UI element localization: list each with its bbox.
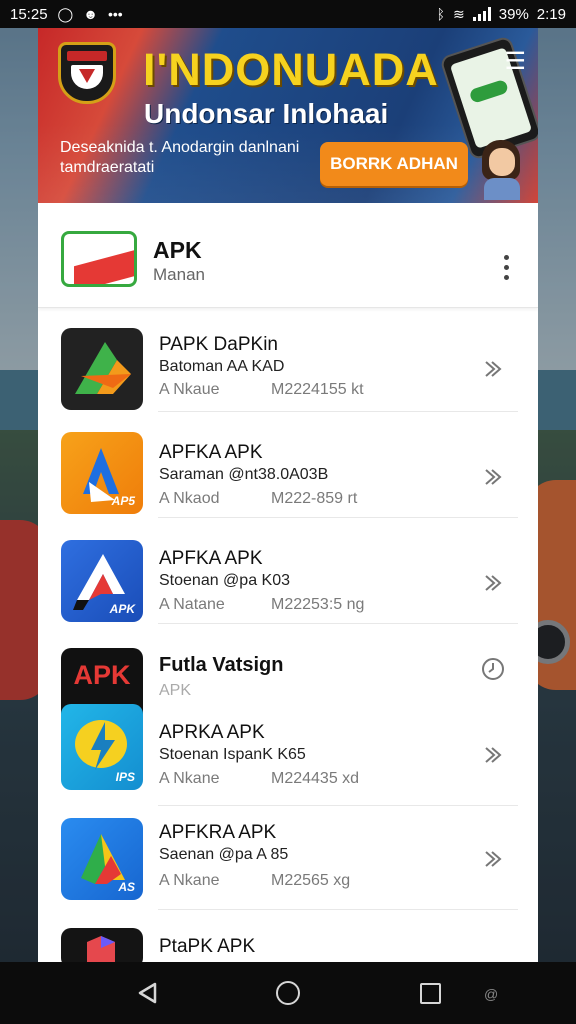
chevron-right-icon[interactable]: [480, 742, 506, 768]
app-subtitle: Stoenan @pa K03: [159, 572, 291, 589]
list-item[interactable]: APK Futla Vatsign APK: [38, 626, 538, 714]
meta-left: A Nkaod: [159, 490, 220, 507]
list-item[interactable]: PtaPK APK: [38, 914, 538, 962]
meta-left: A Nkane: [159, 872, 220, 889]
app-meta: A Nkane M224435 xd: [159, 770, 359, 788]
menu-icon[interactable]: ☰: [504, 50, 526, 74]
app-name: Futla Vatsign: [159, 654, 284, 676]
meta-left: A Nkane: [159, 770, 220, 787]
app-name: PAPK DaPKin: [159, 334, 278, 355]
back-icon[interactable]: [136, 981, 158, 1010]
bolt-logo-icon: IPS: [61, 704, 143, 790]
triangle-logo-icon: AS: [61, 818, 143, 900]
meta-right: M22565 xg: [271, 872, 351, 889]
app-name: APFKRA APK: [159, 822, 277, 843]
chevron-right-icon[interactable]: [480, 464, 506, 490]
status-bar: 15:25 ◯ ☻ ••• ᛒ ≋ 39% 2:19: [0, 0, 576, 28]
chevron-right-icon[interactable]: [480, 570, 506, 596]
cube-logo-icon: [61, 928, 143, 962]
header-title: APK: [153, 237, 202, 263]
recent-apps-icon[interactable]: [420, 983, 441, 1004]
battery-level: 39%: [498, 5, 529, 23]
app-sheet: I'NDONUADA Undonsar Inlohaai Deseaknida …: [38, 28, 538, 962]
promo-banner[interactable]: I'NDONUADA Undonsar Inlohaai Deseaknida …: [38, 28, 538, 203]
status-clock: 2:19: [536, 5, 566, 23]
chevron-right-icon[interactable]: [480, 356, 506, 382]
meta-right: M222-859 rt: [271, 490, 358, 507]
banner-description: Deseaknida t. Anodargin danlnani tamdrae…: [60, 139, 300, 176]
app-subtitle: Batoman AA KAD: [159, 358, 285, 375]
banner-cta-button[interactable]: BORRK ADHAN: [320, 142, 468, 186]
more-options-icon[interactable]: [504, 255, 510, 280]
banner-subtitle: Undonsar Inlohaai: [144, 98, 389, 129]
wifi-icon: ≋: [453, 5, 465, 22]
banner-title: I'NDONUADA: [143, 44, 439, 95]
home-icon[interactable]: [276, 981, 300, 1005]
meta-left: A Nkaue: [159, 381, 220, 398]
app-meta: A Nkaue M2224155 kt: [159, 381, 364, 399]
header-subtitle: Manan: [153, 265, 205, 284]
list-item[interactable]: AP5 APFKA APK Saraman @nt38.0A03B A Nkao…: [38, 414, 538, 518]
app-meta: A Nkaod M222-859 rt: [159, 490, 357, 508]
pen-logo-icon: AP5: [61, 432, 143, 514]
shield-logo-icon: [58, 42, 116, 104]
app-subtitle: APK: [159, 682, 192, 699]
more-dots-icon: •••: [107, 6, 123, 22]
app-subtitle: Stoenan IspanK K65: [159, 746, 306, 763]
meta-right: M2224155 kt: [271, 381, 364, 398]
meta-right: M22253:5 ng: [271, 596, 365, 613]
meta-left: A Natane: [159, 596, 225, 613]
app-name: PtaPK APK: [159, 936, 256, 957]
app-meta: A Natane M22253:5 ng: [159, 596, 364, 614]
sheet-header: APK Manan: [38, 203, 538, 308]
navigation-bar: @: [0, 962, 576, 1024]
circle-icon: ◯: [57, 5, 74, 22]
app-name: APRKA APK: [159, 722, 265, 743]
app-name: APFKA APK: [159, 442, 263, 463]
assistant-icon[interactable]: @: [484, 986, 498, 1002]
clock-icon[interactable]: [480, 656, 506, 682]
a-logo-icon: APK: [61, 540, 143, 622]
app-name: APFKA APK: [159, 548, 263, 569]
list-item[interactable]: IPS APRKA APK Stoenan IspanK K65 A Nkane…: [38, 702, 538, 806]
app-subtitle: Saraman @nt38.0A03B: [159, 466, 329, 483]
app-meta: A Nkane M22565 xg: [159, 872, 350, 890]
emoji-icon: ☻: [83, 6, 98, 22]
apk-app-logo-icon: [61, 231, 137, 287]
meta-right: M224435 xd: [271, 770, 360, 787]
list-item[interactable]: PAPK DaPKin Batoman AA KAD A Nkaue M2224…: [38, 308, 538, 412]
chevron-right-icon[interactable]: [480, 846, 506, 872]
list-item[interactable]: AS APFKRA APK Saenan @pa A 85 A Nkane M2…: [38, 806, 538, 910]
status-time: 15:25: [10, 5, 48, 23]
app-subtitle: Saenan @pa A 85: [159, 846, 289, 863]
list-item[interactable]: APK APFKA APK Stoenan @pa K03 A Natane M…: [38, 520, 538, 624]
signal-icon: [472, 7, 491, 21]
arrow-logo-icon: [61, 328, 143, 410]
person-illustration-icon: [480, 140, 524, 200]
bluetooth-icon: ᛒ: [436, 6, 446, 22]
